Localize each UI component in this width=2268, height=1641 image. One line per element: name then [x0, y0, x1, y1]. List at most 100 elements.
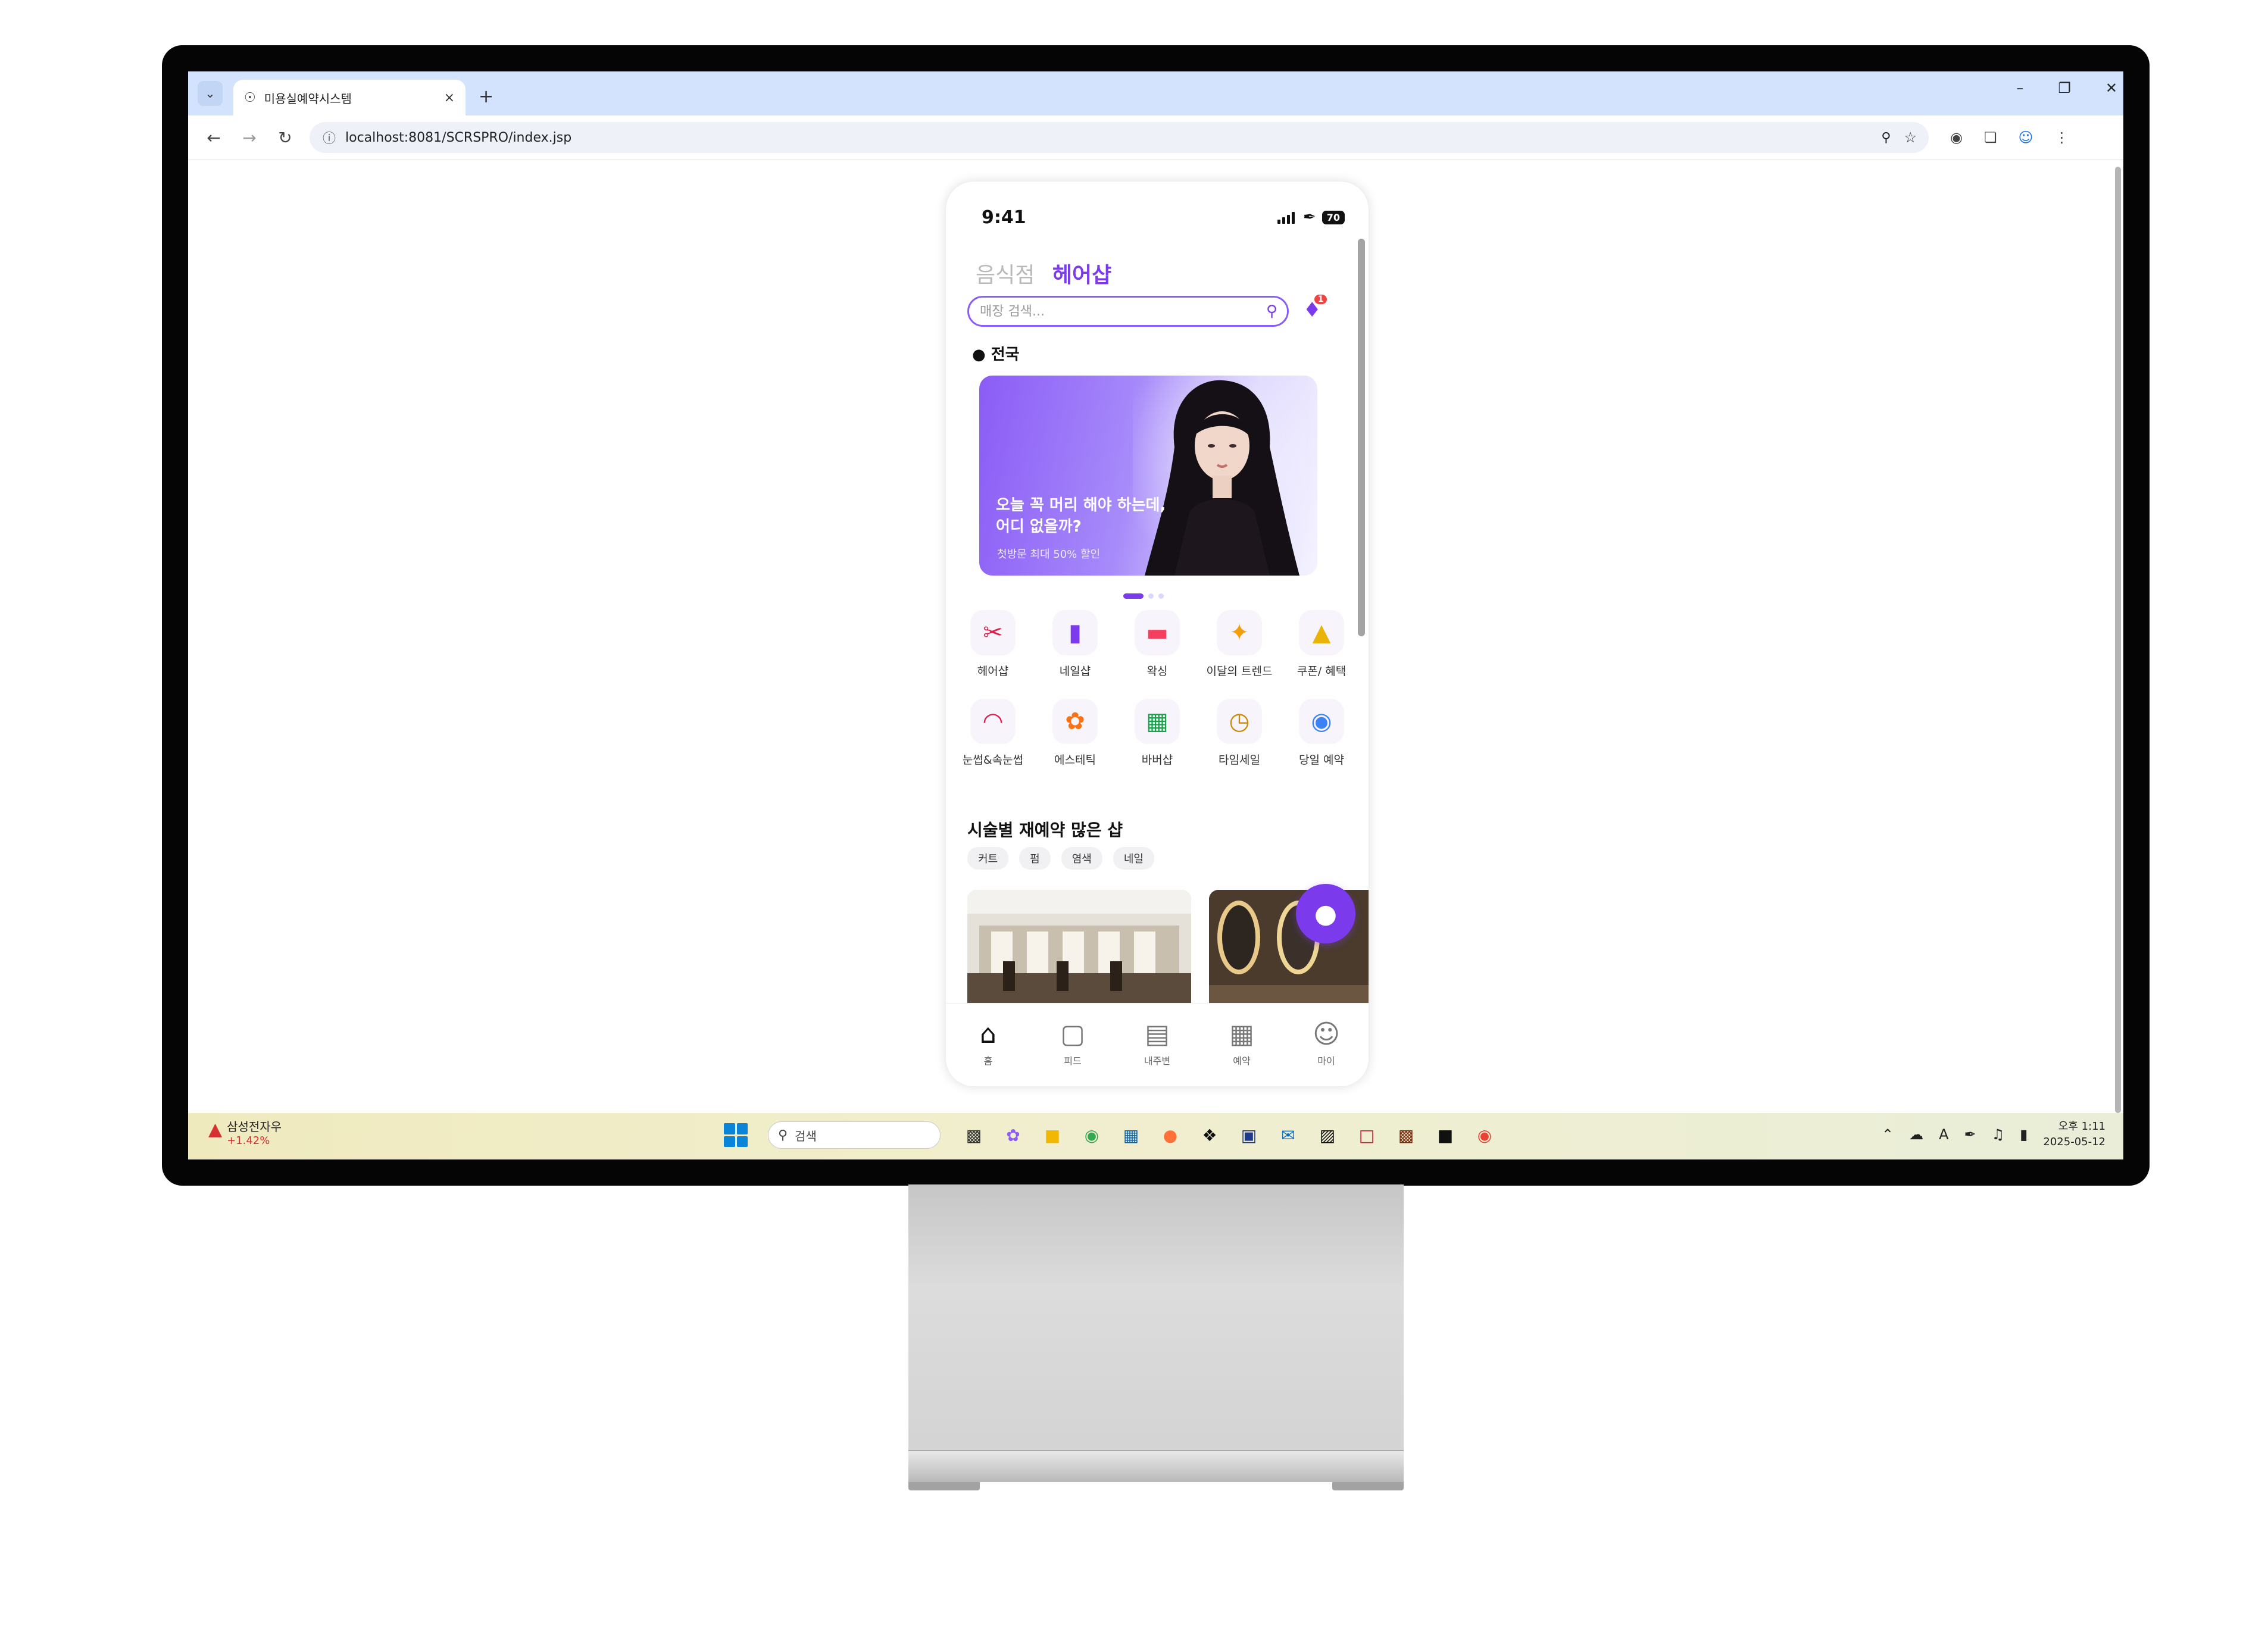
battery-icon[interactable]: ▮: [2020, 1126, 2028, 1143]
tab-search-button[interactable]: ⌄: [198, 81, 223, 106]
esthetic-icon: ✿: [1052, 699, 1098, 744]
task-view-icon[interactable]: ▩: [961, 1122, 987, 1148]
search-icon: ⚲: [778, 1127, 788, 1143]
stock-trend-icon: ▲: [208, 1119, 223, 1140]
file-explorer-icon[interactable]: ■: [1039, 1122, 1066, 1148]
category-waxing[interactable]: ▬ 왁싱: [1116, 610, 1198, 679]
nav-home[interactable]: ⌂ 홈: [958, 1019, 1018, 1067]
forward-icon[interactable]: →: [239, 128, 260, 148]
store-search-input[interactable]: [979, 303, 1266, 320]
category-hair-salon[interactable]: ✂ 헤어샵: [952, 610, 1034, 679]
chevron-up-icon[interactable]: ⌃: [1882, 1126, 1894, 1143]
notification-bell-icon[interactable]: ♦ 1: [1303, 295, 1327, 322]
page-scrollbar[interactable]: [2115, 167, 2121, 1113]
new-tab-button[interactable]: +: [479, 86, 493, 107]
nav-label: 피드: [1064, 1055, 1082, 1067]
category-eyelash[interactable]: ◠ 눈썹&속눈썹: [952, 699, 1034, 767]
close-tab-icon[interactable]: ×: [444, 90, 455, 105]
stock-name: 삼성전자우: [227, 1120, 282, 1134]
category-nail[interactable]: ▮ 네일샵: [1034, 610, 1116, 679]
monitor-stand: [908, 1184, 1404, 1482]
search-icon[interactable]: ⚲: [1266, 302, 1277, 320]
volume-icon[interactable]: ♫: [1992, 1126, 2005, 1143]
stock-widget[interactable]: ▲ 삼성전자우 +1.42%: [208, 1119, 282, 1148]
chat-button[interactable]: ●: [1296, 884, 1355, 943]
copilot-icon[interactable]: ✿: [1000, 1122, 1026, 1148]
app-icon[interactable]: ■: [1432, 1122, 1458, 1148]
category-hairshop[interactable]: 헤어샵: [1052, 263, 1111, 287]
category-timesale[interactable]: ◷ 타임세일: [1198, 699, 1280, 767]
site-info-icon[interactable]: ⓘ: [323, 128, 336, 147]
pagination-dot-active[interactable]: [1123, 593, 1144, 599]
taskbar-clock[interactable]: 오후 1:11 2025-05-12: [2043, 1119, 2105, 1150]
extensions-icon[interactable]: ❏: [1984, 129, 1997, 146]
back-icon[interactable]: ←: [204, 128, 224, 148]
nav-reservation[interactable]: ▦ 예약: [1212, 1019, 1272, 1067]
camera-icon[interactable]: ◉: [1950, 129, 1963, 146]
chip-cut[interactable]: 커트: [967, 847, 1009, 870]
outlook-icon[interactable]: ✉: [1275, 1122, 1301, 1148]
app-icon[interactable]: ▨: [1314, 1122, 1341, 1148]
reload-icon[interactable]: ↻: [275, 128, 295, 148]
nav-nearby[interactable]: ▤ 내주변: [1127, 1019, 1187, 1067]
app-icon[interactable]: ▣: [1236, 1122, 1262, 1148]
windows-start-icon[interactable]: [724, 1123, 748, 1147]
firefox-icon[interactable]: ●: [1157, 1122, 1183, 1148]
more-menu-icon[interactable]: ⋮: [2055, 129, 2069, 146]
url-text: localhost:8081/SCRSPRO/index.jsp: [345, 130, 572, 145]
restore-icon[interactable]: ❐: [2058, 80, 2071, 96]
calendar-icon: ▦: [1229, 1019, 1254, 1049]
chip-dye[interactable]: 염색: [1061, 847, 1102, 870]
banner-subtext: 첫방문 최대 50% 할인: [997, 548, 1101, 561]
store-icon[interactable]: ▦: [1118, 1122, 1144, 1148]
feed-icon: ▢: [1060, 1019, 1085, 1049]
nav-label: 마이: [1317, 1055, 1335, 1067]
close-window-icon[interactable]: ✕: [2105, 80, 2117, 96]
profile-icon[interactable]: ☺: [2018, 129, 2033, 146]
category-label: 눈썹&속눈썹: [962, 754, 1024, 767]
service-category-grid: ✂ 헤어샵 ▮ 네일샵 ▬ 왁싱 ✦ 이달의 트렌드 ▲ 쿠폰/ 혜택 ◠ 눈썹…: [952, 610, 1363, 787]
shop-card-image[interactable]: [967, 890, 1191, 1003]
chip-perm[interactable]: 펌: [1019, 847, 1051, 870]
chrome-icon[interactable]: ◉: [1079, 1122, 1105, 1148]
phone-app: 9:41 ✒ 70 음식점 헤어샵 ⚲ ♦ 1 ● 전국: [945, 181, 1369, 1087]
browser-tab[interactable]: ☉ 미용실예약시스템 ×: [233, 80, 466, 115]
network-icon[interactable]: ☁: [1909, 1126, 1923, 1143]
treatment-filter-chips: 커트 펌 염색 네일: [967, 847, 1154, 870]
zoom-icon[interactable]: ⚲: [1881, 130, 1891, 145]
chat-bubble-icon: ●: [1314, 898, 1338, 929]
chip-nail[interactable]: 네일: [1113, 847, 1154, 870]
notes-icon[interactable]: □: [1354, 1122, 1380, 1148]
category-label: 왁싱: [1147, 665, 1168, 678]
sparkle-icon: ✦: [1217, 610, 1262, 655]
pagination-dot[interactable]: [1148, 593, 1154, 599]
bookmark-star-icon[interactable]: ☆: [1904, 129, 1917, 146]
stand-foot-right: [1332, 1482, 1404, 1490]
ime-icon[interactable]: A: [1939, 1126, 1948, 1143]
promo-banner[interactable]: 오늘 꼭 머리 해야 하는데, 어디 없을까? 첫방문 최대 50% 할인: [979, 376, 1317, 576]
nav-my[interactable]: ☺ 마이: [1297, 1019, 1356, 1067]
phone-scrollbar[interactable]: [1358, 239, 1365, 636]
app-icon[interactable]: ▩: [1393, 1122, 1419, 1148]
minimize-icon[interactable]: –: [2016, 80, 2023, 96]
wifi-icon[interactable]: ✒: [1964, 1126, 1976, 1143]
taskbar-search-label: 검색: [795, 1129, 817, 1143]
phone-status-bar: 9:41 ✒ 70: [982, 205, 1345, 229]
status-time: 9:41: [982, 207, 1026, 228]
chrome-icon[interactable]: ◉: [1472, 1122, 1498, 1148]
clock-date: 2025-05-12: [2043, 1136, 2105, 1148]
category-label: 쿠폰/ 혜택: [1297, 665, 1347, 678]
category-restaurant[interactable]: 음식점: [976, 263, 1035, 287]
nav-feed[interactable]: ▢ 피드: [1043, 1019, 1102, 1067]
category-same-day[interactable]: ◉ 당일 예약: [1280, 699, 1363, 767]
pagination-dot[interactable]: [1158, 593, 1164, 599]
category-coupon[interactable]: ▲ 쿠폰/ 혜택: [1280, 610, 1363, 679]
screen: ⌄ ☉ 미용실예약시스템 × + – ❐ ✕ ← → ↻ ⓘ localhost…: [188, 71, 2123, 1159]
taskbar-search[interactable]: ⚲ 검색: [768, 1121, 941, 1149]
category-esthetic[interactable]: ✿ 에스테틱: [1034, 699, 1116, 767]
address-bar[interactable]: ⓘ localhost:8081/SCRSPRO/index.jsp ⚲ ☆: [310, 122, 1929, 153]
location-selector[interactable]: ● 전국: [972, 342, 1020, 364]
dropbox-icon[interactable]: ❖: [1197, 1122, 1223, 1148]
category-trend[interactable]: ✦ 이달의 트렌드: [1198, 610, 1280, 679]
category-barber[interactable]: ▦ 바버샵: [1116, 699, 1198, 767]
